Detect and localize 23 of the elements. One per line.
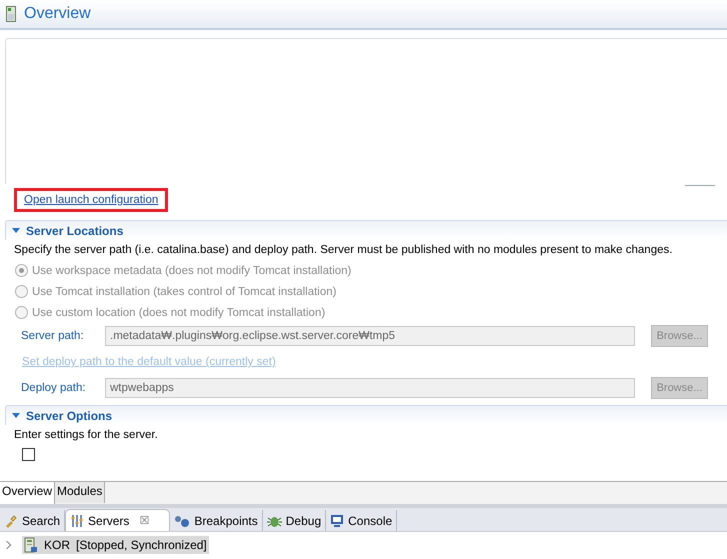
editor-page-icon — [6, 6, 16, 22]
editor-tab[interactable]: Modules — [55, 482, 106, 503]
section-header[interactable]: Server Options — [5, 405, 727, 425]
editor-title: Overview — [24, 5, 91, 23]
section-header[interactable]: Server Locations — [5, 220, 727, 240]
console-icon — [330, 514, 344, 528]
view-tab[interactable]: Debug — [262, 510, 326, 531]
server-tree-item[interactable]: KOR [Stopped, Synchronized] — [22, 536, 209, 554]
breakpoints-icon — [174, 514, 190, 528]
view-tab[interactable]: Console — [326, 510, 398, 531]
close-icon[interactable]: ☒ — [139, 514, 150, 527]
server-icon — [24, 537, 38, 553]
checkbox[interactable] — [22, 448, 35, 461]
field-label: Deploy path: — [21, 382, 87, 394]
section-description: Enter settings for the server. — [13, 428, 159, 443]
section-description: Specify the server path (i.e. catalina.base) and deploy path. Server must be published with no modules present to make changes. — [13, 243, 674, 258]
field-label: Server path: — [21, 330, 85, 342]
server-sliders-icon — [70, 514, 84, 528]
view-tab[interactable]: Servers ☒ — [65, 509, 170, 531]
launch-configuration-link[interactable]: Open launch configuration — [14, 188, 168, 212]
flashlight-icon — [4, 514, 18, 528]
view-tab[interactable]: Breakpoints — [170, 510, 263, 531]
editor-tab[interactable]: Overview — [0, 482, 56, 504]
